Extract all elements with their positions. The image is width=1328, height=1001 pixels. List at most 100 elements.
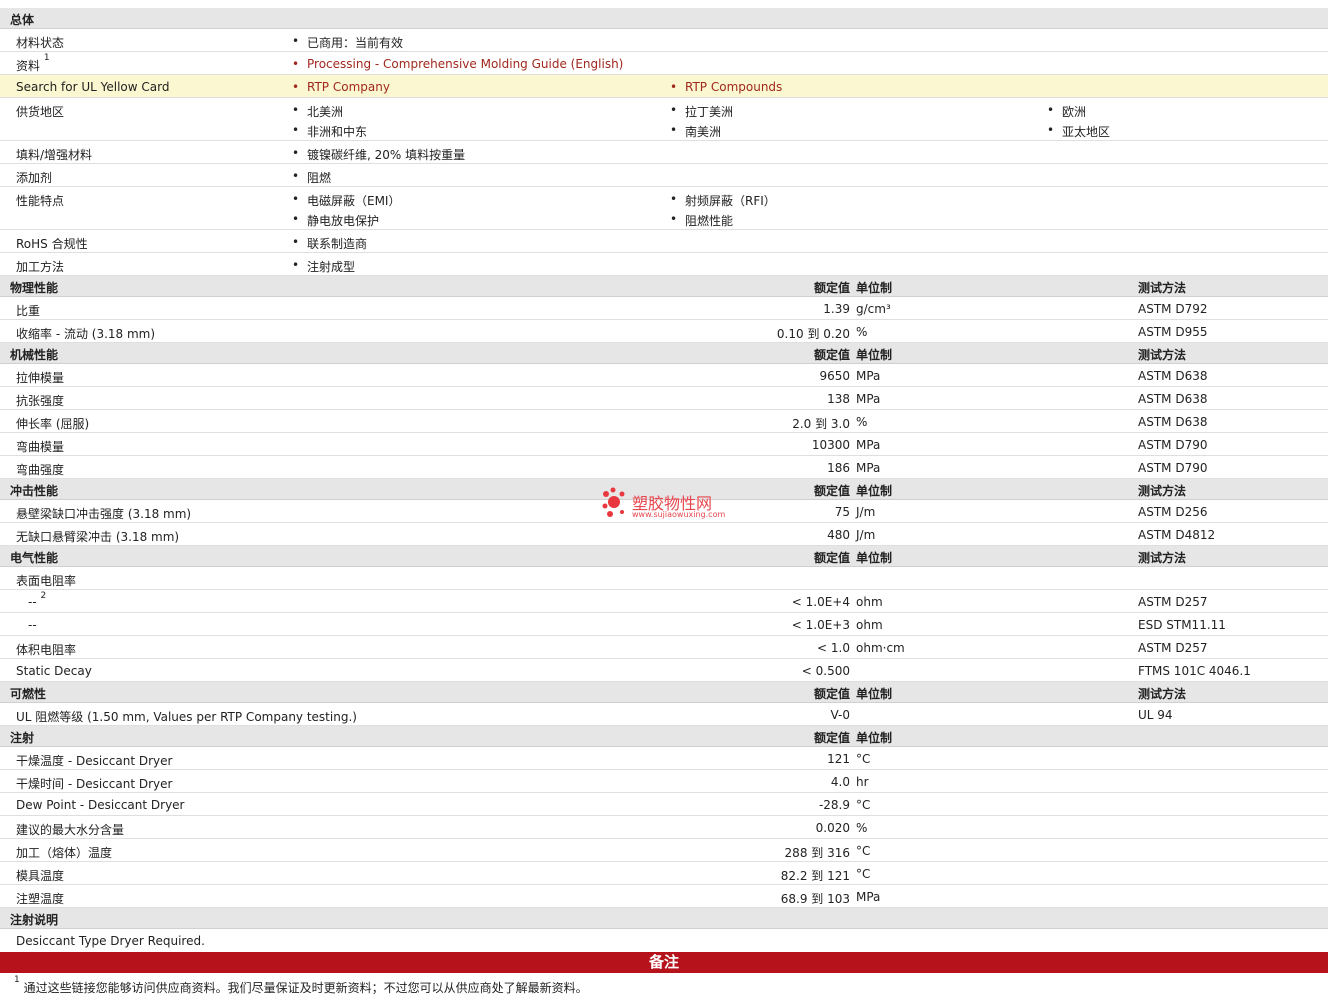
table-row: 干燥温度 - Desiccant Dryer 121 °C	[0, 747, 1328, 770]
unit: ohm·cm	[856, 641, 905, 655]
injection-rows: 干燥温度 - Desiccant Dryer 121 °C 干燥时间 - Desicc…	[0, 747, 1328, 908]
unit: MPa	[856, 890, 881, 904]
row-label: 供货地区	[16, 105, 65, 119]
value: -28.9	[818, 798, 850, 812]
col-header-unit: 单位制	[856, 281, 893, 295]
row-material-status: 材料状态 已商用：当前有效	[0, 29, 1328, 52]
section-title: 总体	[10, 13, 35, 27]
col-header-test: 测试方法	[1138, 484, 1187, 498]
test-method: ASTM D790	[1138, 438, 1208, 452]
row-label: 收缩率 - 流动 (3.18 mm)	[16, 327, 156, 341]
row-label: 填料/增强材料	[16, 148, 93, 162]
section-title: 冲击性能	[10, 484, 59, 498]
processing-guide-link[interactable]: Processing - Comprehensive Molding Guide…	[292, 57, 623, 71]
row-processing-method: 加工方法 注射成型	[0, 253, 1328, 276]
value: < 1.0E+4	[791, 595, 850, 609]
unit: g/cm³	[856, 302, 891, 316]
row-label: 注塑温度	[16, 892, 65, 906]
section-title: 电气性能	[10, 551, 59, 565]
value: 82.2 到 121	[780, 869, 850, 883]
unit: MPa	[856, 369, 881, 383]
table-row: 注塑温度 68.9 到 103 MPa	[0, 885, 1328, 908]
row-label: 建议的最大水分含量	[16, 823, 125, 837]
test-method: FTMS 101C 4046.1	[1138, 664, 1251, 678]
region-item: 南美洲	[670, 123, 721, 140]
unit: °C	[856, 844, 871, 858]
unit: MPa	[856, 438, 881, 452]
row-label: 体积电阻率	[16, 643, 77, 657]
row-surface-sub2: -- < 1.0E+3 ohm ESD STM11.11	[0, 613, 1328, 636]
value: 1.39	[823, 302, 850, 316]
filler-value: 镀镍碳纤维, 20% 填料按重量	[292, 146, 465, 163]
row-label: 比重	[16, 304, 41, 318]
table-row: UL 阻燃等级 (1.50 mm, Values per RTP Company…	[0, 703, 1328, 726]
value: < 0.500	[801, 664, 850, 678]
col-header-unit: 单位制	[856, 551, 893, 565]
row-label: RoHS 合规性	[16, 237, 88, 251]
feature-item: 阻燃性能	[670, 212, 733, 229]
col-header-test: 测试方法	[1138, 281, 1187, 295]
value: 75	[834, 505, 850, 519]
row-documents: 资料 1 Processing - Comprehensive Molding …	[0, 52, 1328, 75]
table-row: 比重 1.39 g/cm³ ASTM D792	[0, 297, 1328, 320]
section-electrical-header: 电气性能 额定值 单位制 测试方法	[0, 546, 1328, 567]
row-label: Dew Point - Desiccant Dryer	[16, 798, 185, 812]
test-method: ASTM D790	[1138, 461, 1208, 475]
row-ul-yellow-card: Search for UL Yellow Card RTP Company RT…	[0, 75, 1328, 98]
section-mechanical-header: 机械性能 额定值 单位制 测试方法	[0, 343, 1328, 364]
rtp-company-link[interactable]: RTP Company	[292, 80, 390, 94]
section-injection-notes-header: 注射说明	[0, 908, 1328, 929]
value: 288 到 316	[784, 846, 850, 860]
value: 10300	[811, 438, 850, 452]
row-additive: 添加剂 阻燃	[0, 164, 1328, 187]
col-header-value: 额定值	[813, 348, 850, 362]
row-label: 性能特点	[16, 194, 65, 208]
row-surface-resistivity: 表面电阻率	[0, 567, 1328, 590]
table-row: 抗张强度 138 MPa ASTM D638	[0, 387, 1328, 410]
section-physical-header: 物理性能 额定值 单位制 测试方法	[0, 276, 1328, 297]
unit: hr	[856, 775, 869, 789]
row-rohs: RoHS 合规性 联系制造商	[0, 230, 1328, 253]
row-regions: 供货地区 北美洲 拉丁美洲 欧洲 非洲和中东 南美洲 亚太地区	[0, 98, 1328, 141]
table-row: 伸长率 (屈服) 2.0 到 3.0% ASTM D638	[0, 410, 1328, 433]
row-injection-note: Desiccant Type Dryer Required.	[0, 929, 1328, 952]
row-label: 加工（熔体）温度	[16, 846, 113, 860]
col-header-test: 测试方法	[1138, 551, 1187, 565]
watermark-logo: 塑胶物性网 www.sujiaowuxing.com	[600, 486, 740, 522]
physical-rows: 比重 1.39 g/cm³ ASTM D792 收缩率 - 流动 (3.18 mm) 0.…	[0, 297, 1328, 343]
table-row: 建议的最大水分含量 0.020%	[0, 816, 1328, 839]
watermark-dots-icon	[602, 487, 625, 517]
unit: %	[856, 325, 868, 339]
value: V-0	[830, 708, 850, 722]
section-title: 注射	[10, 731, 35, 745]
row-volume-resistivity: 体积电阻率 < 1.0 ohm·cm ASTM D257	[0, 636, 1328, 659]
status-value: 已商用：当前有效	[292, 34, 403, 51]
unit: %	[856, 415, 868, 429]
table-row: 弯曲强度 186 MPa ASTM D790	[0, 456, 1328, 479]
footnote: 1 通过这些链接您能够访问供应商资料。我们尽量保证及时更新资料；不过您可以从供应…	[0, 973, 1328, 1001]
section-title: 机械性能	[10, 348, 59, 362]
unit: °C	[856, 798, 871, 812]
row-label: 表面电阻率	[16, 574, 77, 588]
unit: ohm	[856, 618, 883, 632]
flammability-rows: UL 阻燃等级 (1.50 mm, Values per RTP Company…	[0, 703, 1328, 726]
region-item: 欧洲	[1047, 103, 1086, 120]
row-label: 拉伸模量	[16, 371, 65, 385]
injection-note-text: Desiccant Type Dryer Required.	[16, 934, 205, 948]
mechanical-rows: 拉伸模量 9650 MPa ASTM D638 抗张强度 138 MPa ASTM D638 伸…	[0, 364, 1328, 479]
col-header-test: 测试方法	[1138, 348, 1187, 362]
value: 2.0 到 3.0	[792, 417, 850, 431]
row-label: 弯曲模量	[16, 440, 65, 454]
col-header-test: 测试方法	[1138, 687, 1187, 701]
watermark-url: www.sujiaowuxing.com	[632, 510, 726, 519]
row-label: 干燥时间 - Desiccant Dryer	[16, 777, 173, 791]
feature-item: 静电放电保护	[292, 212, 379, 229]
row-label: UL 阻燃等级 (1.50 mm, Values per RTP Company…	[16, 710, 357, 724]
row-label: Search for UL Yellow Card	[16, 80, 170, 94]
row-features: 性能特点 电磁屏蔽（EMI） 射频屏蔽（RFI） 静电放电保护 阻燃性能	[0, 187, 1328, 230]
value: 121	[827, 752, 850, 766]
footnote-marker: 1	[14, 975, 20, 985]
rtp-compounds-link[interactable]: RTP Compounds	[670, 80, 782, 94]
col-header-unit: 单位制	[856, 348, 893, 362]
col-header-value: 额定值	[813, 731, 850, 745]
